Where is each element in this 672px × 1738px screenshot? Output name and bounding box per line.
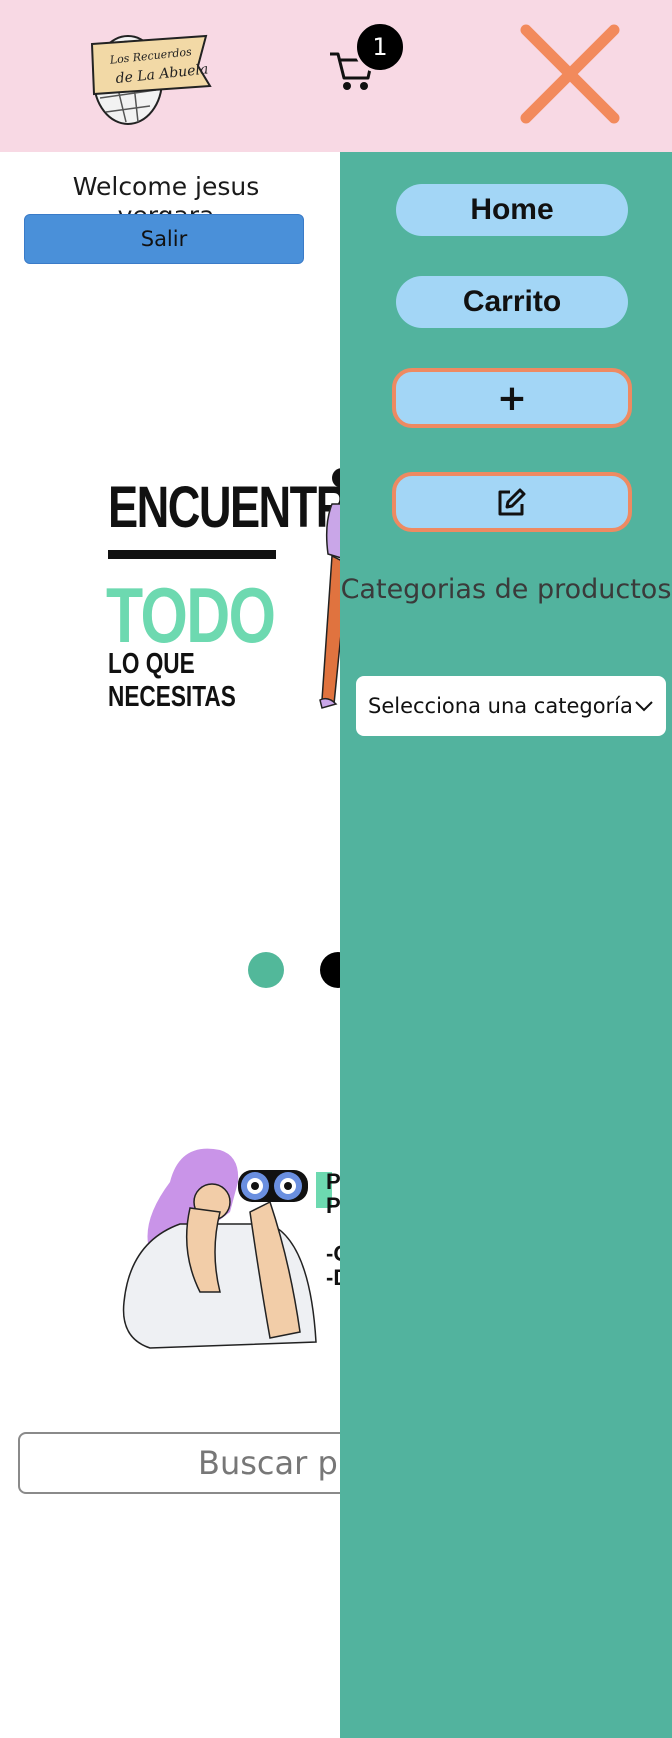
- binoculars-woman-illustration: [122, 1148, 332, 1349]
- close-menu-icon[interactable]: [516, 20, 624, 128]
- nav-cart-button[interactable]: Carrito: [396, 276, 628, 328]
- nav-home-button[interactable]: Home: [396, 184, 628, 236]
- banner-subtitle-line1: LO QUE: [108, 648, 195, 680]
- banner-divider: [108, 550, 276, 559]
- header: Los Recuerdos de La Abuela 1: [0, 0, 672, 152]
- add-product-button[interactable]: +: [392, 368, 632, 428]
- category-select-value: Selecciona una categoría: [368, 694, 633, 718]
- edit-icon: [498, 488, 526, 516]
- side-menu: Home Carrito + Categorias de productos S…: [340, 152, 672, 1738]
- plus-icon: +: [496, 377, 528, 419]
- cart-count-badge: 1: [354, 21, 406, 73]
- logout-button[interactable]: Salir: [24, 214, 304, 264]
- banner-subtitle-line2: NECESITAS: [108, 681, 236, 713]
- category-select[interactable]: Selecciona una categoría: [356, 676, 666, 736]
- logo-basket-icon[interactable]: Los Recuerdos de La Abuela: [86, 14, 216, 130]
- banner-subtitle: LO QUE NECESITAS: [108, 648, 236, 714]
- chevron-down-icon: [635, 701, 653, 712]
- categories-title: Categorias de productos: [340, 574, 672, 605]
- carousel-dot-1[interactable]: [248, 952, 284, 988]
- edit-product-button[interactable]: [392, 472, 632, 532]
